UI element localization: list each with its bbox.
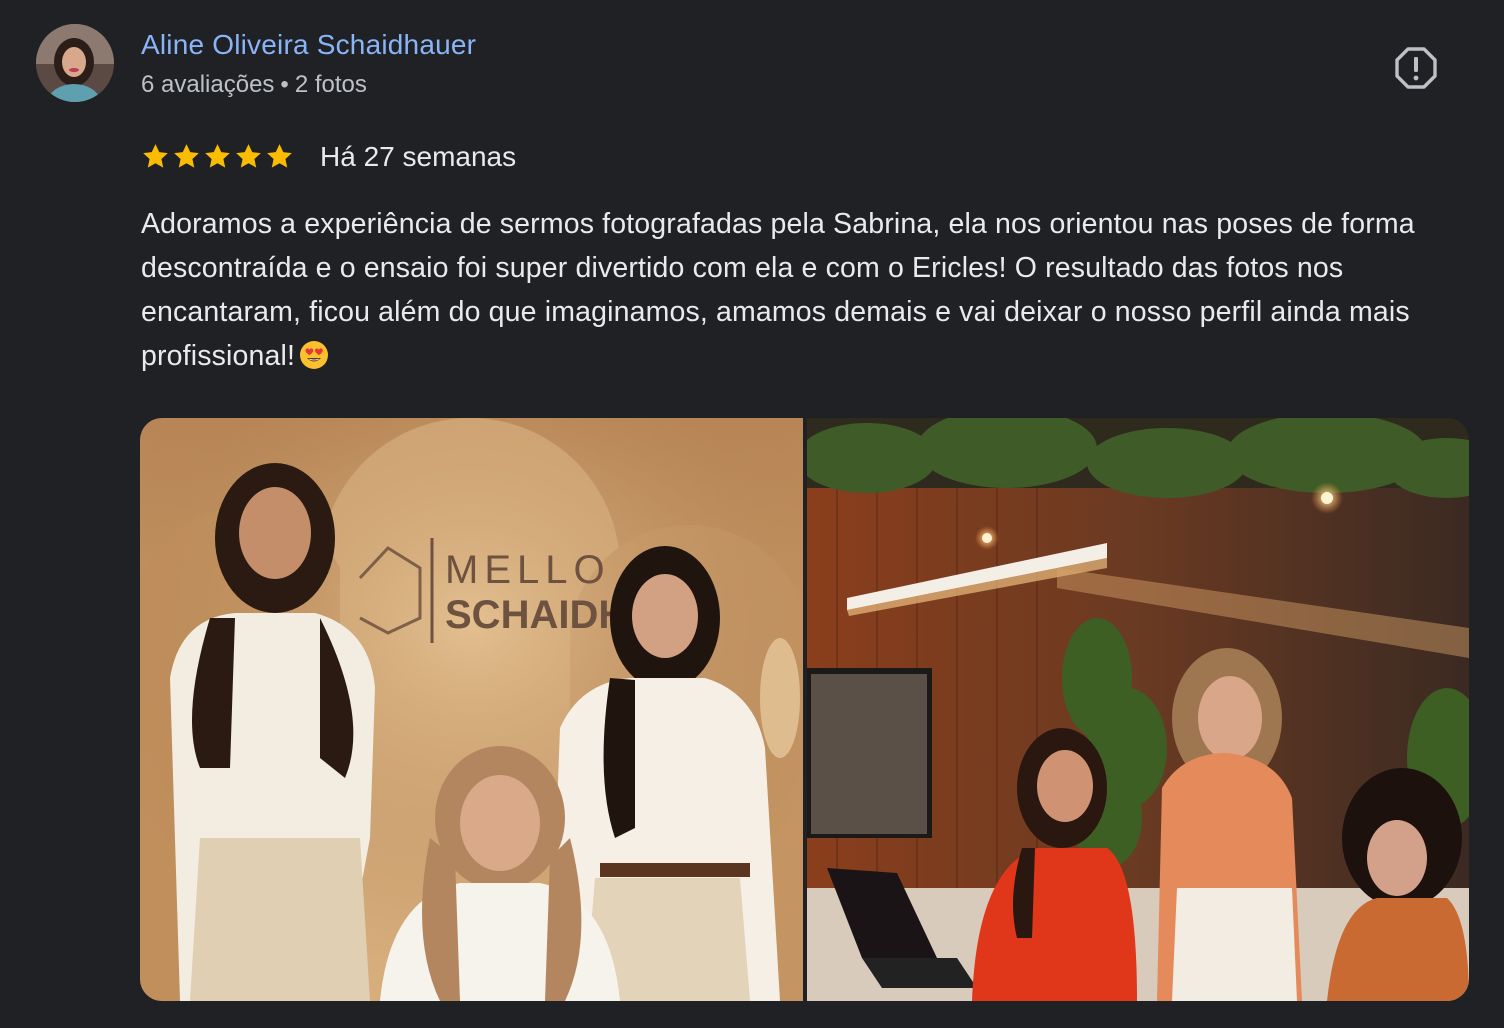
sign-line-2: SCHAIDH: [445, 593, 627, 637]
star-icon: [236, 143, 261, 168]
reviews-count: 6 avaliações: [141, 71, 275, 98]
star-icon: [267, 143, 292, 168]
review-body: Adoramos a experiência de sermos fotogra…: [141, 202, 1461, 378]
review-photos: MELLO SCHAIDH: [140, 418, 1469, 1001]
photo-team-portrait: MELLO SCHAIDH: [140, 418, 803, 1001]
review-photo-1[interactable]: MELLO SCHAIDH: [140, 418, 803, 1001]
photo-office-scene: [807, 418, 1469, 1001]
avatar-photo: [36, 24, 114, 102]
heart-eyes-emoji: [300, 341, 329, 369]
report-octagon-icon: [1395, 47, 1437, 89]
author-meta: 6 avaliações • 2 fotos: [141, 70, 367, 100]
review-text: Adoramos a experiência de sermos fotogra…: [141, 208, 1415, 372]
meta-separator: •: [280, 71, 289, 98]
photos-count: 2 fotos: [294, 71, 367, 98]
star-icon: [143, 143, 168, 168]
author-name-link[interactable]: Aline Oliveira Schaidhauer: [141, 28, 476, 62]
star-icon: [205, 143, 230, 168]
author-avatar[interactable]: [36, 24, 114, 102]
review-timestamp: Há 27 semanas: [320, 141, 517, 172]
report-button[interactable]: [1394, 46, 1438, 90]
sign-line-1: MELLO: [445, 548, 611, 592]
review-photo-2[interactable]: [807, 418, 1469, 1001]
star-icon: [174, 143, 199, 168]
review-card: Aline Oliveira Schaidhauer 6 avaliações •…: [0, 0, 1504, 1028]
star-rating: [141, 140, 294, 172]
